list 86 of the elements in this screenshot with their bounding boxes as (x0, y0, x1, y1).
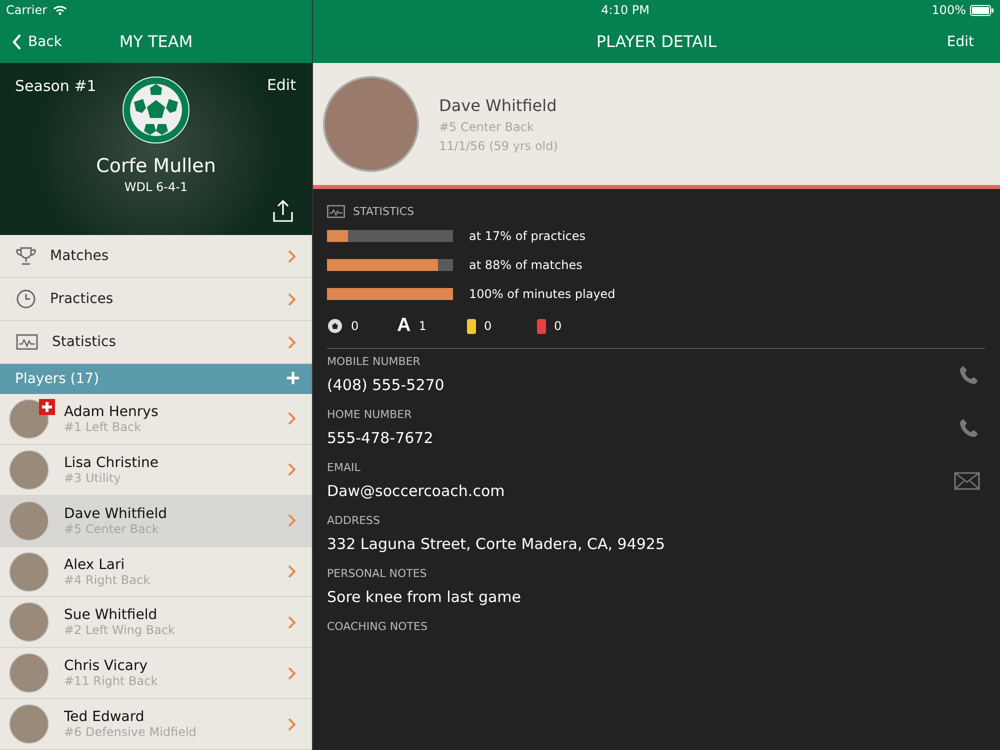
chart-icon (327, 204, 345, 218)
chevron-right-icon (288, 718, 296, 731)
avatar-placeholder (9, 653, 49, 694)
section-title: STATISTICS (353, 204, 414, 218)
player-name: Chris Vicary (64, 658, 149, 674)
field-value: Daw@soccercoach.com (327, 482, 505, 500)
nav-title: MY TEAM (119, 32, 193, 51)
chevron-right-icon (288, 565, 296, 578)
clock-time: 4:10 PM (601, 3, 650, 17)
phone-icon[interactable] (958, 416, 980, 438)
field-value: 555-478-7672 (327, 429, 434, 447)
player-row[interactable]: Chris Vicary #11 Right Back (0, 648, 312, 700)
avatar-placeholder (9, 552, 49, 592)
field-label: MOBILE NUMBER (327, 355, 422, 368)
team-record: WDL 6-4-1 (124, 180, 188, 194)
battery-percent: 100% (932, 3, 966, 17)
chart-icon (16, 334, 38, 350)
edit-button[interactable]: Edit (940, 32, 980, 50)
birth-date: 11/1/56 (59 yrs old) (439, 138, 558, 152)
player-position: #5 Center Back (439, 120, 535, 134)
avatar-placeholder (9, 602, 49, 642)
player-name: Ted Edward (64, 709, 146, 726)
soccer-ball-icon (327, 318, 343, 334)
chevron-right-icon (288, 463, 296, 476)
back-button[interactable]: Back (0, 34, 62, 50)
assist-symbol: A (397, 315, 411, 337)
avatar-placeholder (9, 704, 49, 744)
player-row[interactable]: Sue Whitfield #2 Left Wing Back (0, 597, 312, 648)
chevron-right-icon (288, 292, 296, 306)
battery-icon (970, 4, 994, 16)
player-row[interactable]: Alex Lari #4 Right Back (0, 546, 312, 598)
chevron-right-icon (288, 336, 296, 349)
player-name: Adam Henrys (64, 404, 160, 420)
field-value: 332 Laguna Street, Corte Madera, CA, 94925 (327, 535, 666, 553)
wifi-icon (53, 5, 68, 15)
player-position: #1 Left Back (64, 420, 142, 434)
team-name: Corfe Mullen (96, 155, 216, 177)
player-position: #2 Left Wing Back (64, 623, 176, 638)
player-row[interactable]: Adam Henrys #1 Left Back (0, 394, 312, 445)
player-name: Dave Whitfield (64, 506, 168, 522)
player-row[interactable]: Ted Edward #6 Defensive Midfield (0, 699, 312, 750)
avatar-placeholder (9, 398, 49, 439)
field-value: (408) 555-5270 (327, 376, 444, 394)
season-label: Season #1 (15, 77, 96, 95)
counter-value: 0 (484, 319, 492, 333)
progress-label: at 88% of matches (469, 258, 582, 272)
player-name: Sue Whitfield (64, 607, 158, 624)
chevron-right-icon (288, 666, 296, 680)
players-count-label: Players (17) (15, 371, 100, 388)
counter-value: 0 (351, 319, 359, 333)
chevron-right-icon (288, 514, 296, 528)
chevron-right-icon (288, 250, 296, 263)
counter-value: 1 (418, 319, 426, 333)
player-name: Alex Lari (64, 556, 126, 573)
avatar-placeholder (9, 500, 49, 541)
menu-item[interactable]: Practices (0, 278, 312, 322)
field-value: Sore knee from last game (327, 588, 522, 606)
player-position: #6 Defensive Midfield (64, 725, 198, 740)
menu-item[interactable]: Matches (0, 235, 312, 278)
mail-icon[interactable] (954, 472, 980, 490)
player-name: Dave Whitfield (439, 96, 558, 114)
progress-label: 100% of minutes played (469, 286, 616, 300)
player-position: #3 Utility (64, 470, 122, 485)
field-label: HOME NUMBER (327, 408, 413, 421)
trophy-icon (16, 247, 36, 266)
phone-icon[interactable] (958, 364, 980, 386)
field-label: EMAIL (327, 461, 362, 474)
player-position: #11 Right Back (64, 674, 159, 688)
nav-title: PLAYER DETAIL (596, 32, 717, 51)
soccer-ball-icon (122, 76, 190, 144)
player-name: Lisa Christine (64, 454, 160, 471)
field-label: COACHING NOTES (327, 620, 428, 633)
carrier-label: Carrier (6, 3, 48, 17)
counter-value: 0 (554, 319, 562, 333)
avatar-placeholder (9, 450, 49, 490)
chevron-right-icon (288, 412, 296, 426)
player-position: #4 Right Back (64, 572, 152, 587)
field-label: PERSONAL NOTES (327, 567, 428, 580)
clock-icon (16, 289, 36, 310)
field-label: ADDRESS (327, 514, 382, 527)
chevron-right-icon (288, 616, 296, 629)
player-row[interactable]: Lisa Christine #3 Utility (0, 444, 312, 496)
progress-label: at 17% of practices (469, 228, 586, 242)
chevron-left-icon (12, 34, 22, 50)
edit-button[interactable]: Edit (260, 75, 302, 95)
share-icon[interactable] (272, 199, 294, 224)
